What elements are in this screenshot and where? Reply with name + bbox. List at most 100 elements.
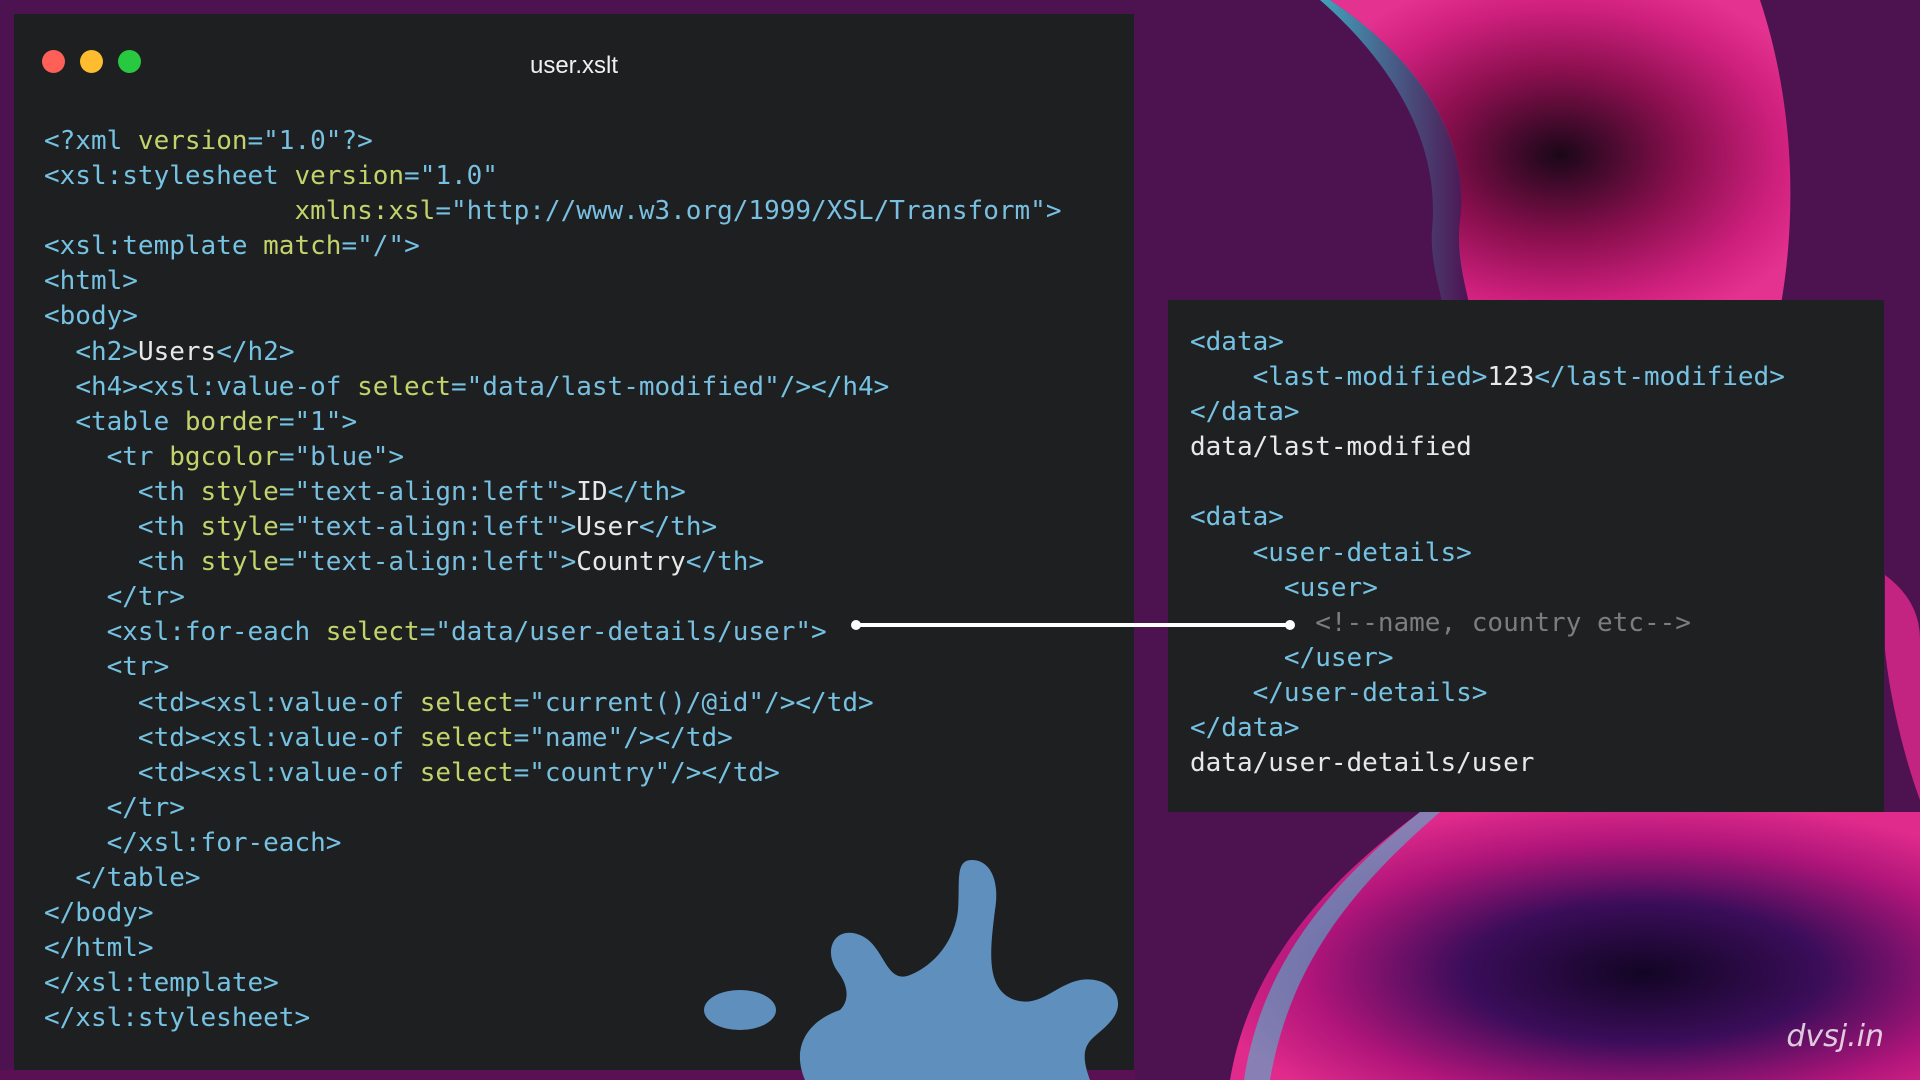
code-token: "name" — [529, 722, 624, 753]
code-token: 123 — [1487, 362, 1535, 393]
data-path-panel: <data> <last-modified>123</last-modified… — [1168, 300, 1884, 812]
code-line: </data> — [1190, 711, 1785, 746]
code-line: </user> — [1190, 641, 1785, 676]
code-line: </data> — [1190, 395, 1785, 430]
code-line: </tr> — [44, 580, 1061, 615]
code-token: /></td> — [670, 757, 780, 788]
code-token: /></td> — [764, 687, 874, 718]
code-token: <xsl:stylesheet — [44, 161, 295, 192]
code-token: </table> — [75, 862, 201, 893]
code-token: ?> — [341, 126, 373, 156]
code-line: <th style="text-align:left">ID</th> — [44, 475, 1061, 510]
code-token: > — [560, 476, 577, 507]
code-token: <tr> — [106, 652, 170, 683]
code-token: <last-modified> — [1252, 362, 1488, 393]
code-token: > — [811, 617, 827, 648]
code-line: <data> — [1190, 500, 1785, 535]
code-token: select — [419, 757, 514, 788]
code-token: = — [404, 161, 420, 192]
code-line: <td><xsl:value-of select="country"/></td… — [44, 756, 1061, 791]
code-token: <tr — [106, 441, 170, 472]
xml-example-code[interactable]: <data> <last-modified>123</last-modified… — [1190, 325, 1785, 781]
code-line: <user-details> — [1190, 536, 1785, 571]
code-token: "data/last-modified" — [466, 371, 780, 402]
code-token: = — [278, 512, 295, 543]
code-token: <body> — [44, 301, 138, 332]
code-token: "1.0" — [263, 126, 342, 156]
code-token: = — [513, 722, 530, 753]
code-line: <html> — [44, 264, 1061, 299]
code-token: <user> — [1283, 572, 1378, 603]
code-line: data/user-details/user — [1190, 746, 1785, 781]
code-token: "current()/@id" — [529, 687, 765, 718]
code-token: "blue" — [294, 441, 389, 472]
code-line: <xsl:for-each select="data/user-details/… — [44, 615, 1061, 650]
code-token: </xsl:for-each> — [106, 827, 342, 858]
code-token: xmlns:xsl — [294, 196, 436, 227]
code-line: </user-details> — [1190, 676, 1785, 711]
title-bar: user.xslt — [14, 14, 1134, 104]
code-line: </xsl:for-each> — [44, 826, 1061, 861]
code-token: </data> — [1190, 397, 1300, 428]
code-line: <body> — [44, 299, 1061, 334]
code-token: = — [278, 441, 295, 472]
code-token: <?xml — [44, 126, 138, 156]
code-token: </xsl:template> — [44, 968, 279, 999]
code-line: <td><xsl:value-of select="current()/@id"… — [44, 686, 1061, 721]
code-line: </tr> — [44, 791, 1061, 826]
code-token: = — [278, 406, 295, 437]
code-token: <xsl:template — [44, 231, 264, 262]
code-line: <tr> — [44, 650, 1061, 685]
code-token: </th> — [685, 547, 765, 578]
xslt-code[interactable]: <?xml version="1.0"?> <xsl:stylesheet ver… — [44, 124, 1061, 1036]
code-token: = — [513, 687, 530, 718]
code-token: > — [560, 512, 577, 543]
code-line: data/last-modified — [1190, 430, 1785, 465]
code-token: </xsl:stylesheet> — [44, 1003, 311, 1034]
code-token: /></h4> — [779, 371, 890, 402]
code-token: version — [137, 126, 248, 156]
code-line: <xsl:stylesheet version="1.0" — [44, 159, 1061, 194]
code-line: <h2>Users</h2> — [44, 335, 1061, 370]
code-token: "1" — [294, 406, 342, 437]
code-token: "data/user-details/user" — [435, 617, 812, 648]
code-line: <xsl:template match="/"> — [44, 229, 1061, 264]
code-token: "http://www.w3.org/1999/XSL/Transform" — [451, 196, 1046, 227]
code-token: = — [341, 231, 358, 262]
code-token: > — [560, 547, 577, 578]
watermark: dvsj.in — [1786, 1019, 1884, 1054]
code-line: </xsl:template> — [44, 966, 1061, 1001]
code-line: <!--name, country etc--> — [1190, 606, 1785, 641]
code-token: <th — [137, 547, 201, 578]
code-token: select — [419, 687, 514, 718]
code-token: = — [435, 196, 451, 227]
code-token: </th> — [638, 512, 718, 543]
code-token: </body> — [44, 898, 154, 929]
code-token: </data> — [1190, 713, 1300, 744]
code-token: <th — [137, 512, 201, 543]
code-token: <th — [137, 476, 201, 507]
code-line: </xsl:stylesheet> — [44, 1001, 1061, 1036]
code-line: <last-modified>123</last-modified> — [1190, 360, 1785, 395]
code-token: <html> — [44, 266, 138, 297]
code-token: <data> — [1190, 327, 1284, 357]
code-token: /></td> — [623, 722, 733, 753]
code-line: <table border="1"> — [44, 405, 1061, 440]
code-token: ID — [576, 476, 608, 507]
code-token: </user-details> — [1252, 677, 1488, 708]
code-token: </tr> — [106, 792, 185, 823]
code-token: = — [247, 126, 264, 156]
code-token: <h4><xsl:value-of — [75, 371, 358, 402]
